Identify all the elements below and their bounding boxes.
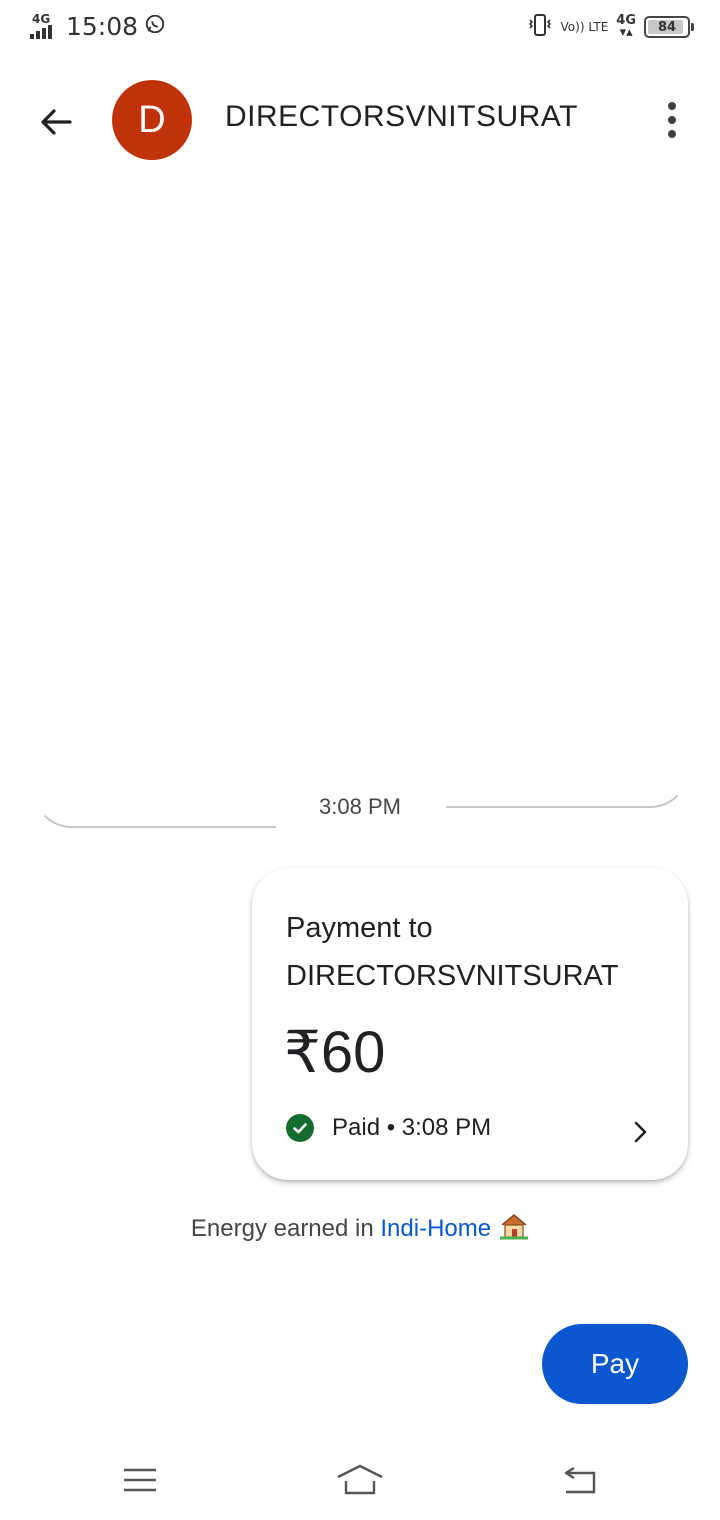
payment-card[interactable]: Payment to DIRECTORSVNITSURAT ₹60 Paid •… xyxy=(252,868,688,1180)
nav-home-button[interactable] xyxy=(330,1458,390,1502)
payment-card-title: Payment to DIRECTORSVNITSURAT xyxy=(286,912,619,992)
back-button[interactable] xyxy=(28,94,84,150)
page-title[interactable]: DIRECTORSVNITSURAT xyxy=(225,100,578,134)
payment-details-button[interactable] xyxy=(620,1112,660,1152)
pay-button[interactable]: Pay xyxy=(542,1324,688,1404)
chevron-right-icon xyxy=(634,1121,647,1143)
battery-level: 84 xyxy=(657,19,677,35)
payment-status: Paid • 3:08 PM xyxy=(332,1114,492,1141)
status-bar-left: 4G 15:08 xyxy=(30,12,166,41)
avatar[interactable]: D xyxy=(112,80,192,160)
more-options-button[interactable] xyxy=(648,96,696,144)
payment-status-row: Paid • 3:08 PM xyxy=(286,1114,491,1142)
status-bar-right: Vo)) LTE 4G ▾▴ 84 xyxy=(527,12,694,42)
volte-indicator: Vo)) LTE xyxy=(560,19,609,34)
divider-line-left xyxy=(32,780,276,828)
check-circle-icon xyxy=(286,1114,314,1142)
home-icon xyxy=(337,1464,383,1495)
menu-icon xyxy=(124,1468,156,1492)
back-icon xyxy=(564,1466,596,1494)
indi-home-link[interactable]: Indi-Home xyxy=(380,1215,491,1242)
vibrate-icon xyxy=(527,12,553,42)
more-vert-icon xyxy=(668,102,676,110)
energy-earned-text: Energy earned in Indi-Home xyxy=(0,1212,720,1247)
battery-icon: 84 xyxy=(644,16,694,38)
nav-back-button[interactable] xyxy=(550,1458,610,1502)
message-timestamp: 3:08 PM xyxy=(319,794,401,819)
house-emoji-icon xyxy=(499,1212,529,1247)
whatsapp-icon xyxy=(144,12,166,41)
system-nav-bar xyxy=(0,1440,720,1520)
mobile-data-4g-icon: 4G ▾▴ xyxy=(616,13,636,40)
nav-menu-button[interactable] xyxy=(110,1458,170,1502)
network-type-label: 4G xyxy=(32,11,51,26)
arrow-back-icon xyxy=(41,109,72,135)
divider-line-right xyxy=(446,760,690,808)
payment-amount: ₹60 xyxy=(284,1020,386,1085)
signal-4g-icon: 4G xyxy=(30,13,60,41)
clock: 15:08 xyxy=(66,12,139,41)
energy-prefix: Energy earned in xyxy=(190,1215,374,1242)
